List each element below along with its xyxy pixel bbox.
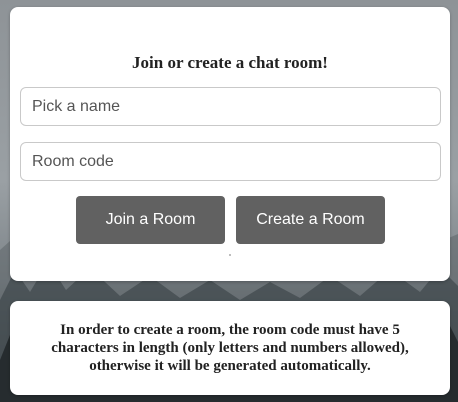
loading-indicator bbox=[229, 254, 231, 256]
info-card: In order to create a room, the room code… bbox=[10, 301, 450, 395]
room-code-input[interactable] bbox=[20, 142, 441, 181]
join-room-card: Join or create a chat room! Join a Room … bbox=[10, 7, 450, 281]
room-code-hint: In order to create a room, the room code… bbox=[51, 322, 409, 374]
card-title: Join or create a chat room! bbox=[132, 53, 328, 72]
join-room-button[interactable]: Join a Room bbox=[76, 196, 225, 244]
name-input[interactable] bbox=[20, 87, 441, 126]
create-room-button[interactable]: Create a Room bbox=[236, 196, 385, 244]
